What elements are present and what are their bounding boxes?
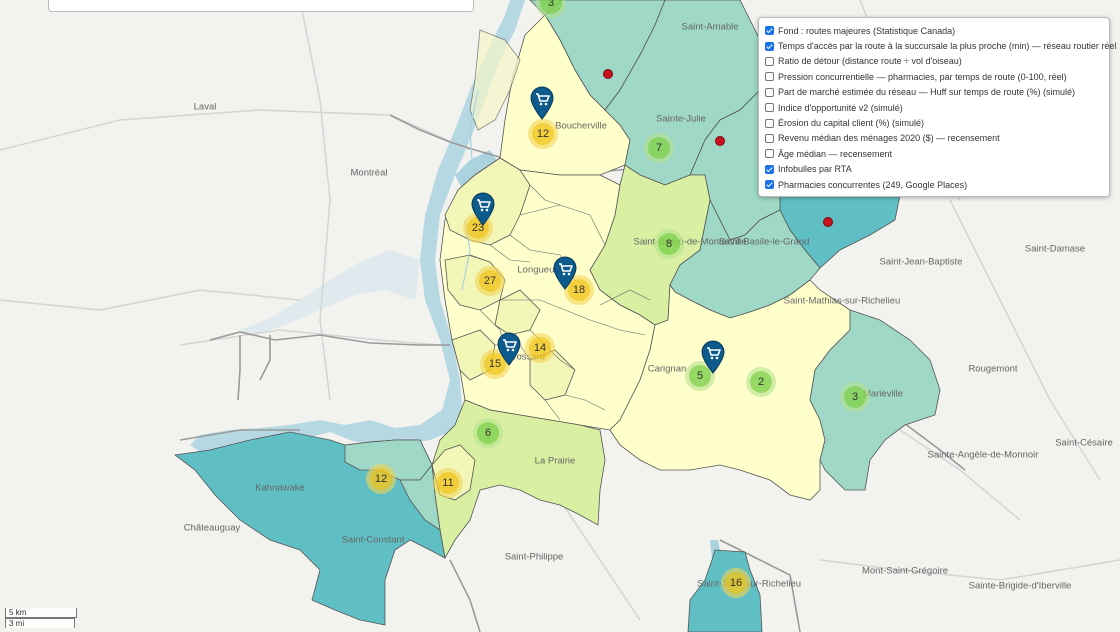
layer-checkbox[interactable] [765,41,774,51]
layer-toggle[interactable]: Temps d'accès par la route à la succursa… [765,38,1116,53]
layer-checkbox[interactable] [765,180,774,190]
cluster-marker[interactable]: 7 [644,133,674,163]
layer-checkbox[interactable] [765,118,774,128]
competitor-pharmacy-marker[interactable] [823,217,833,227]
layer-checkbox[interactable] [765,26,774,36]
layer-label: Revenu médian des ménages 2020 ($) — rec… [778,133,1000,144]
search-box[interactable] [48,0,474,12]
shopping-cart-icon [530,86,554,120]
layer-checkbox[interactable] [765,164,774,174]
cluster-count: 12 [370,468,392,490]
competitor-pharmacy-marker[interactable] [715,136,725,146]
cluster-marker[interactable]: 12 [366,464,396,494]
layer-toggle[interactable]: Érosion du capital client (%) (simulé) [765,115,1103,130]
shopping-cart-icon [497,332,521,366]
cluster-marker[interactable]: 2 [746,367,776,397]
cluster-marker[interactable]: 8 [654,229,684,259]
layer-toggle[interactable]: Âge médian — recensement [765,146,1103,161]
cluster-count: 7 [648,137,670,159]
scale-bar: 5 km 3 mi [5,608,77,628]
layer-checkbox[interactable] [765,149,774,159]
cluster-marker[interactable]: 11 [433,468,463,498]
cluster-marker[interactable]: 12 [528,119,558,149]
cluster-count: 3 [844,386,866,408]
layer-toggle[interactable]: Pression concurrentielle — pharmacies, p… [765,69,1103,84]
cluster-count: 14 [529,337,551,359]
cluster-marker[interactable]: 6 [473,418,503,448]
layer-toggle[interactable]: Fond : routes majeures (Statistique Cana… [765,23,1103,38]
layer-label: Part de marché estimée du réseau — Huff … [778,87,1075,98]
cluster-count: 11 [437,472,459,494]
cluster-count: 2 [750,371,772,393]
layer-checkbox[interactable] [765,87,774,97]
scale-metric: 5 km [5,608,77,618]
cluster-marker[interactable]: 27 [475,266,505,296]
branch-pin[interactable] [552,256,578,290]
branch-pin[interactable] [470,192,496,226]
layer-label: Infobulles par RTA [778,164,852,175]
layer-label: Indice d'opportunité v2 (simulé) [778,102,903,113]
layer-control[interactable]: Fond : routes majeures (Statistique Cana… [758,17,1116,197]
cluster-count: 3 [540,0,562,14]
layer-toggle[interactable]: Revenu médian des ménages 2020 ($) — rec… [765,131,1103,146]
branch-pin[interactable] [496,332,522,366]
layer-label: Fond : routes majeures (Statistique Cana… [778,25,956,36]
layer-checkbox[interactable] [765,56,774,66]
cluster-count: 16 [725,572,747,594]
layer-label: Temps d'accès par la route à la succursa… [778,41,1117,52]
layer-label: Érosion du capital client (%) (simulé) [778,118,925,129]
cluster-marker[interactable]: 16 [721,568,751,598]
layer-checkbox[interactable] [765,103,774,113]
layer-label: Ratio de détour (distance route ÷ vol d'… [778,56,962,67]
shopping-cart-icon [701,340,725,374]
layer-checkbox[interactable] [765,72,774,82]
layer-label: Pharmacies concurrentes (249, Google Pla… [778,179,968,190]
cluster-count: 8 [658,233,680,255]
cluster-count: 27 [479,270,501,292]
branch-pin[interactable] [529,86,555,120]
shopping-cart-icon [471,192,495,226]
layer-toggle[interactable]: Pharmacies concurrentes (249, Google Pla… [765,177,1103,192]
cluster-marker[interactable]: 14 [525,333,555,363]
layer-checkbox[interactable] [765,133,774,143]
layer-label: Âge médian — recensement [778,148,893,159]
branch-pin[interactable] [700,340,726,374]
cluster-marker[interactable]: 3 [840,382,870,412]
shopping-cart-icon [553,256,577,290]
layer-toggle[interactable]: Indice d'opportunité v2 (simulé) [765,100,1103,115]
scale-imperial: 3 mi [5,618,75,628]
cluster-count: 6 [477,422,499,444]
competitor-pharmacy-marker[interactable] [603,69,613,79]
layer-toggle[interactable]: Infobulles par RTA [765,162,1103,177]
layer-label: Pression concurrentielle — pharmacies, p… [778,71,1067,82]
layer-toggle[interactable]: Part de marché estimée du réseau — Huff … [765,85,1103,100]
cluster-count: 12 [532,123,554,145]
layer-toggle[interactable]: Ratio de détour (distance route ÷ vol d'… [765,54,1103,69]
